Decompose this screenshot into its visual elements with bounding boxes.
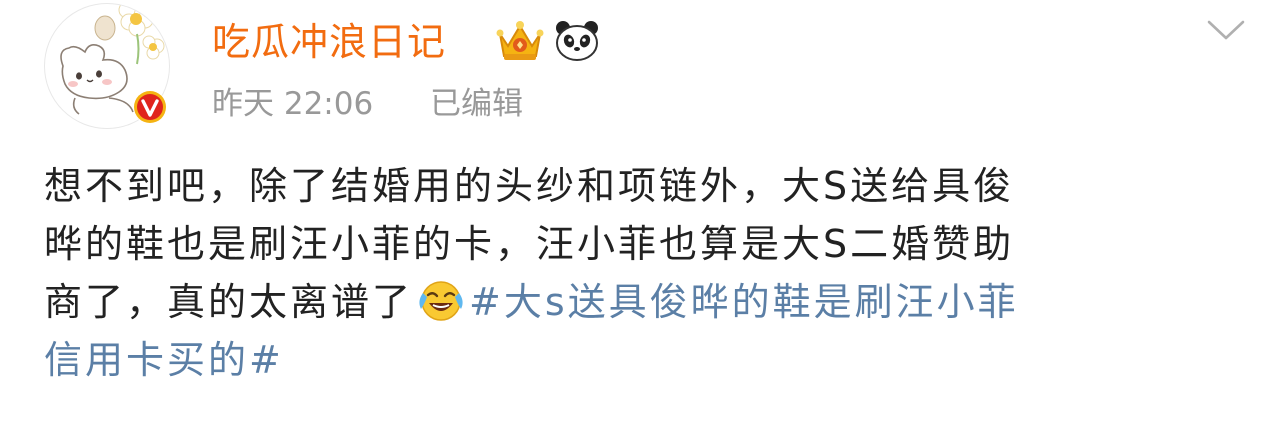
author-name[interactable]: 吃瓜冲浪日记	[212, 17, 446, 67]
post-text-line: 信用卡买的#	[44, 331, 1244, 389]
laughing-crying-emoji-icon	[419, 281, 463, 321]
chevron-down-icon[interactable]	[1205, 17, 1247, 43]
hashtag-link[interactable]: 信用卡买的#	[44, 338, 284, 382]
post-text-line: 商了，真的太离谱了 #大s送具俊晔的鞋是刷汪小菲	[44, 273, 1244, 331]
post-timestamp: 昨天 22:06	[212, 86, 374, 122]
panda-icon	[556, 21, 598, 61]
edited-label[interactable]: 已编辑	[430, 84, 523, 124]
post-text-line: 想不到吧，除了结婚用的头纱和项链外，大S送给具俊	[44, 164, 1015, 208]
post-content: 想不到吧，除了结婚用的头纱和项链外，大S送给具俊 晔的鞋也是刷汪小菲的卡，汪小菲…	[44, 157, 1244, 389]
author-avatar-container[interactable]	[44, 3, 170, 129]
hashtag-link[interactable]: #大s送具俊晔的鞋是刷汪小菲	[469, 280, 1019, 324]
crown-icon	[496, 21, 544, 60]
verified-v-badge-icon	[133, 90, 167, 124]
post-text-segment: 商了，真的太离谱了	[44, 280, 414, 324]
post-text-line: 晔的鞋也是刷汪小菲的卡，汪小菲也算是大S二婚赞助	[44, 222, 1015, 266]
